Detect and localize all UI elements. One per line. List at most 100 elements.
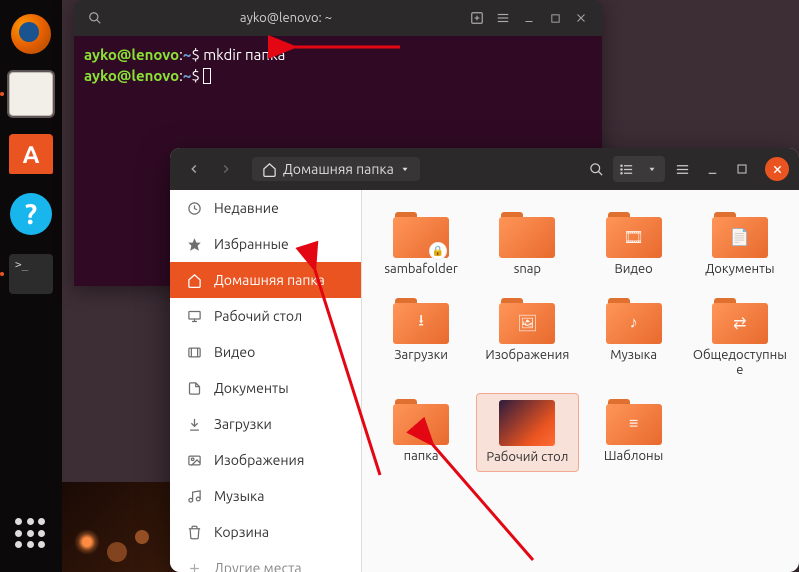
- file-label: Рабочий стол: [486, 450, 568, 466]
- sidebar-item-label: Загрузки: [214, 416, 272, 432]
- sidebar-item-label: Документы: [214, 380, 289, 396]
- folder-icon: 🖼: [499, 298, 555, 344]
- sidebar-item-label: Недавние: [214, 200, 279, 216]
- software-center-icon: A: [9, 134, 53, 174]
- file-item-5[interactable]: 🖼 Изображения: [476, 292, 578, 385]
- sidebar-item-0[interactable]: Недавние: [170, 190, 361, 226]
- trash-icon: [186, 525, 202, 540]
- file-item-4[interactable]: ⭳Загрузки: [370, 292, 472, 385]
- video-icon: [186, 345, 202, 360]
- dropdown-icon: [400, 164, 410, 174]
- sidebar-item-3[interactable]: Рабочий стол: [170, 298, 361, 334]
- back-button[interactable]: [180, 155, 208, 183]
- new-tab-icon[interactable]: [468, 9, 486, 27]
- file-item-0[interactable]: 🔒 sambafolder: [370, 206, 472, 284]
- terminal-cursor: [203, 68, 211, 84]
- dock-item-firefox[interactable]: [7, 10, 55, 58]
- sidebar-item-label: Домашняя папка: [214, 272, 325, 288]
- close-button[interactable]: [572, 9, 590, 27]
- file-label: Музыка: [610, 348, 657, 364]
- files-window: Домашняя папка Недавние Избранные: [170, 148, 799, 572]
- file-item-3[interactable]: 📄 Документы: [689, 206, 791, 284]
- file-item-10[interactable]: ≡Шаблоны: [583, 393, 685, 473]
- file-item-8[interactable]: папка: [370, 393, 472, 473]
- file-item-6[interactable]: ♪ Музыка: [583, 292, 685, 385]
- sidebar-item-7[interactable]: Изображения: [170, 442, 361, 478]
- file-label: Документы: [705, 262, 774, 278]
- desktop-icon: [186, 309, 202, 324]
- close-button[interactable]: [765, 157, 789, 181]
- folder-icon: 🔒: [393, 212, 449, 258]
- sidebar-item-2[interactable]: Домашняя папка: [170, 262, 361, 298]
- desktop-folder-icon: [499, 400, 555, 446]
- download-icon: [186, 417, 202, 432]
- home-icon: [262, 162, 277, 177]
- path-bar[interactable]: Домашняя папка: [252, 157, 420, 181]
- file-item-2[interactable]: 🎞Видео: [583, 206, 685, 284]
- file-label: Видео: [614, 262, 652, 278]
- hamburger-icon[interactable]: [494, 9, 512, 27]
- terminal-title: ayko@lenovo: ~: [112, 11, 460, 25]
- sidebar-other-places[interactable]: Другие места: [170, 550, 361, 572]
- star-icon: [186, 237, 202, 252]
- file-item-7[interactable]: ⇄ Общедоступные: [689, 292, 791, 385]
- file-label: Загрузки: [394, 348, 448, 364]
- doc-icon: [186, 381, 202, 396]
- sidebar-item-label: Изображения: [214, 452, 304, 468]
- forward-button[interactable]: [212, 155, 240, 183]
- terminal-titlebar[interactable]: ayko@lenovo: ~: [74, 0, 602, 36]
- minimize-button[interactable]: [699, 156, 725, 182]
- launcher-dock: A ? >_: [0, 0, 62, 572]
- sidebar-item-label: Корзина: [214, 524, 269, 540]
- lock-icon: 🔒: [429, 242, 447, 260]
- terminal-command: mkdir папка: [203, 46, 285, 63]
- dock-item-software[interactable]: A: [7, 130, 55, 178]
- dock-item-terminal[interactable]: >_: [7, 250, 55, 298]
- dock-item-help[interactable]: ?: [7, 190, 55, 238]
- help-icon: ?: [10, 193, 52, 235]
- show-applications-button[interactable]: [15, 518, 47, 550]
- sidebar-item-1[interactable]: Избранные: [170, 226, 361, 262]
- folder-icon: ♪: [606, 298, 662, 344]
- sidebar-item-5[interactable]: Документы: [170, 370, 361, 406]
- plus-icon: [186, 561, 202, 572]
- maximize-button[interactable]: [729, 156, 755, 182]
- files-content-area[interactable]: 🔒 sambafolder snap 🎞Видео 📄 Документы ⭳Загрузк…: [362, 190, 799, 572]
- file-label: папка: [404, 449, 439, 465]
- folder-icon: ⇄: [712, 298, 768, 344]
- folder-icon: [393, 399, 449, 445]
- path-label: Домашняя папка: [283, 161, 394, 177]
- file-label: snap: [514, 262, 541, 278]
- prompt-user: ayko@lenovo: [84, 67, 179, 84]
- sidebar-item-label: Видео: [214, 344, 255, 360]
- dock-item-files[interactable]: [7, 70, 55, 118]
- file-label: Шаблоны: [604, 449, 663, 465]
- list-view-button[interactable]: [613, 156, 639, 182]
- files-headerbar[interactable]: Домашняя папка: [170, 148, 799, 190]
- view-options-button[interactable]: [639, 156, 665, 182]
- music-icon: [186, 489, 202, 504]
- sidebar-item-label: Музыка: [214, 488, 264, 504]
- home-icon: [186, 273, 202, 288]
- file-item-1[interactable]: snap: [476, 206, 578, 284]
- sidebar-item-9[interactable]: Корзина: [170, 514, 361, 550]
- maximize-button[interactable]: [546, 9, 564, 27]
- image-icon: [186, 453, 202, 468]
- folder-icon: 📄: [712, 212, 768, 258]
- file-label: sambafolder: [384, 262, 458, 278]
- sidebar-item-label: Рабочий стол: [214, 308, 302, 324]
- file-label: Изображения: [485, 348, 569, 364]
- sidebar-item-4[interactable]: Видео: [170, 334, 361, 370]
- hamburger-menu-button[interactable]: [669, 156, 695, 182]
- file-label: Общедоступные: [692, 348, 787, 379]
- sidebar-item-label: Избранные: [214, 236, 289, 252]
- minimize-button[interactable]: [520, 9, 538, 27]
- search-icon[interactable]: [86, 9, 104, 27]
- firefox-icon: [11, 14, 51, 54]
- prompt-user: ayko@lenovo: [84, 46, 179, 63]
- file-item-9[interactable]: Рабочий стол: [476, 393, 578, 473]
- sidebar-item-6[interactable]: Загрузки: [170, 406, 361, 442]
- sidebar-item-8[interactable]: Музыка: [170, 478, 361, 514]
- clock-icon: [186, 201, 202, 216]
- search-button[interactable]: [583, 156, 609, 182]
